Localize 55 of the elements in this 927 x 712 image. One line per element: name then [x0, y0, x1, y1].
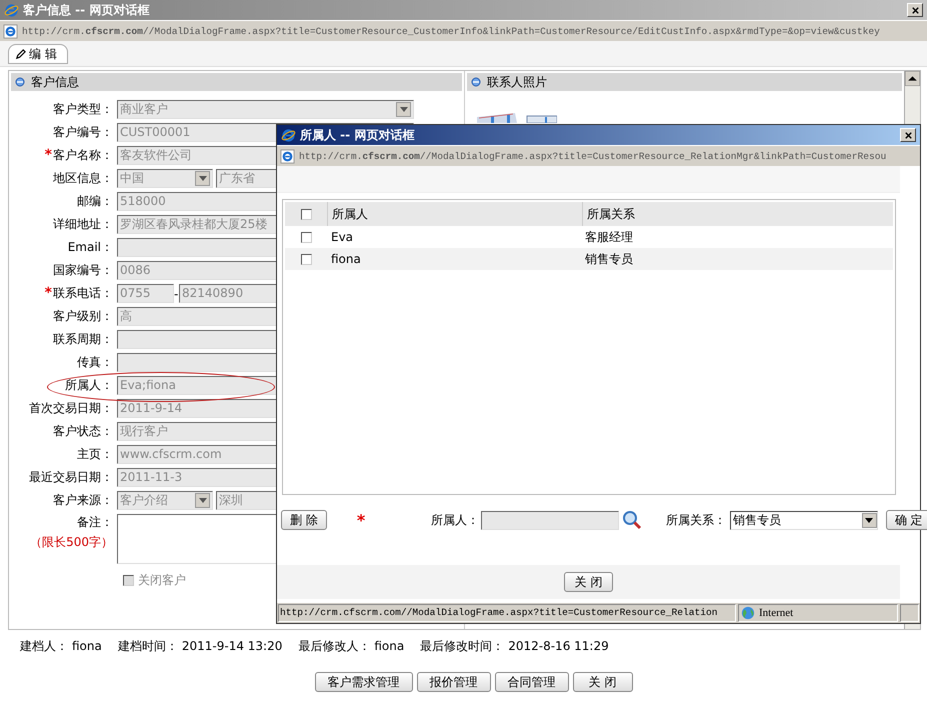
- section-title: 联系人照片: [487, 74, 547, 90]
- required-mark: *: [356, 510, 366, 530]
- field-label: 联系周期：: [53, 332, 113, 346]
- field-label: 所属人：: [65, 378, 113, 392]
- info-label: 建档时间：: [118, 638, 178, 654]
- field-label: 邮编：: [77, 194, 113, 208]
- field-label: 客户级别：: [53, 309, 113, 323]
- close-dialog-button[interactable]: 关 闭: [564, 572, 614, 592]
- field-label: 备注：: [77, 514, 113, 531]
- edit-button[interactable]: 编 辑: [8, 44, 68, 64]
- field-label: 客户类型：: [53, 102, 113, 116]
- field-label: 客户名称：: [53, 148, 113, 162]
- field-label: 传真：: [77, 355, 113, 369]
- field-label: 客户来源：: [53, 493, 113, 507]
- relation-select[interactable]: 销售专员: [730, 510, 878, 530]
- action-button[interactable]: 客户需求管理: [314, 672, 412, 692]
- field-label: 所属人：: [430, 512, 479, 528]
- delete-button[interactable]: 删 除: [281, 510, 327, 530]
- field-label: 所属关系：: [666, 512, 726, 528]
- section-title: 客户信息: [31, 74, 79, 90]
- info-label: 建档人：: [20, 638, 68, 654]
- confirm-button[interactable]: 确 定: [886, 510, 927, 530]
- status-url: http://crm.cfscrm.com//ModalDialogFrame.aspx?title=CustomerResource_Relation: [278, 604, 736, 622]
- field-label: 最近交易日期：: [29, 470, 113, 484]
- action-button[interactable]: 关 闭: [572, 672, 632, 692]
- page-url: http://crm.cfscrm.com//ModalDialogFrame.aspx?title=CustomerResource_CustomerInfo&linkPath=CustomerResource/EditCustInfo.aspx&rmdType=&op=view&custkey: [22, 26, 880, 36]
- required-mark: *: [44, 147, 52, 163]
- checkbox-label: 关闭客户: [138, 572, 186, 589]
- field-label: 主页：: [77, 447, 113, 461]
- action-button[interactable]: 合同管理: [494, 672, 568, 692]
- field-label: 地区信息：: [53, 171, 113, 185]
- column-header: 所属人: [327, 202, 582, 226]
- required-mark: *: [44, 285, 52, 301]
- info-value: 2011-9-14 13:20: [182, 639, 282, 653]
- field-label: 客户状态：: [53, 424, 113, 438]
- action-button[interactable]: 报价管理: [416, 672, 490, 692]
- info-label: 最后修改人：: [298, 638, 370, 654]
- field-label: 国家编号：: [53, 263, 113, 277]
- info-value: fiona: [72, 639, 102, 653]
- info-value: fiona: [374, 639, 404, 653]
- length-note: （限长500字）: [30, 534, 113, 551]
- table-cell-text: 客服经理: [584, 228, 634, 246]
- field-label: Email：: [68, 240, 113, 254]
- info-label: 最后修改时间：: [420, 638, 504, 654]
- column-header: 所属关系: [582, 202, 893, 226]
- table-cell-text: 销售专员: [584, 250, 634, 268]
- separator-text: -: [174, 286, 179, 300]
- window-title: 客户信息 -- 网页对话框: [23, 2, 150, 18]
- info-value: 2012-8-16 11:29: [508, 639, 609, 653]
- field-label: 联系电话：: [53, 286, 113, 300]
- field-label: 客户编号：: [53, 125, 113, 139]
- field-label: 详细地址：: [53, 217, 113, 231]
- dialog-title: 所属人 -- 网页对话框: [300, 126, 414, 144]
- zone-label: Internet: [759, 607, 794, 619]
- field-label: 首次交易日期：: [29, 401, 113, 415]
